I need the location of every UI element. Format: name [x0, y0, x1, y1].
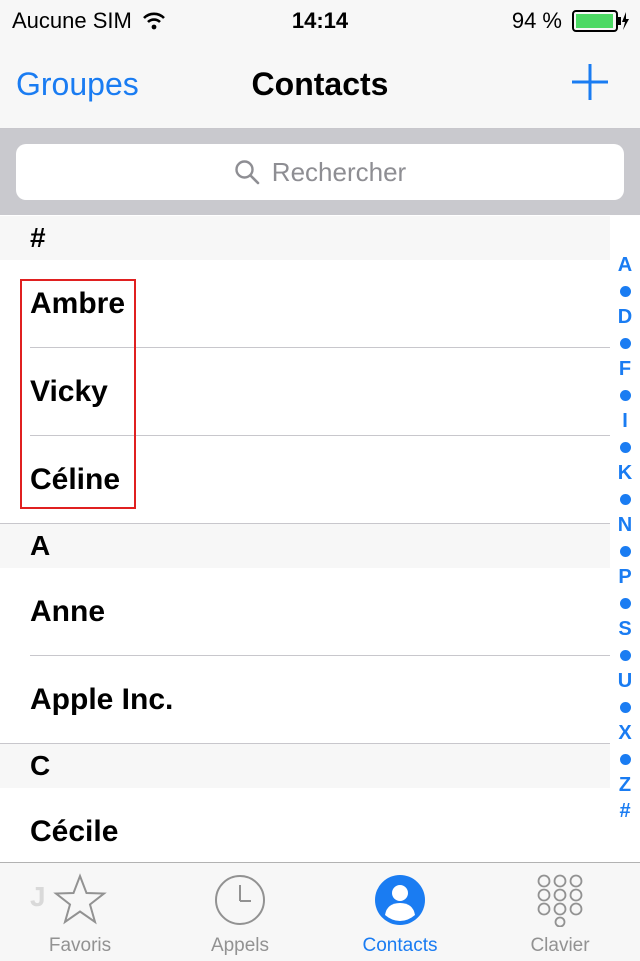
index-letter[interactable]: U [618, 668, 632, 694]
index-letter[interactable]: P [618, 564, 631, 590]
alphabet-index[interactable]: A D F I K N P S U X Z # [610, 252, 640, 824]
status-bar: Aucune SIM 14:14 94 % [0, 0, 640, 40]
index-letter[interactable]: S [618, 616, 631, 642]
index-letter[interactable]: I [622, 408, 628, 434]
index-letter[interactable]: X [618, 720, 631, 746]
tab-favoris[interactable]: Favoris [0, 863, 160, 961]
index-letter[interactable]: # [619, 798, 630, 824]
keypad-icon [537, 874, 583, 927]
index-letter[interactable]: D [618, 304, 632, 330]
highlight-box [20, 279, 136, 509]
contacts-icon [375, 875, 425, 925]
index-dot[interactable] [619, 538, 631, 564]
index-dot[interactable] [619, 330, 631, 356]
tab-appels[interactable]: Appels [160, 863, 320, 961]
battery-icon [572, 10, 629, 32]
search-container: Rechercher [0, 129, 640, 215]
index-dot[interactable] [619, 642, 631, 668]
index-dot[interactable] [619, 486, 631, 512]
add-contact-button[interactable] [570, 62, 610, 102]
index-dot[interactable] [619, 590, 631, 616]
index-dot[interactable] [619, 382, 631, 408]
tab-label: Appels [210, 935, 270, 956]
index-letter[interactable]: Z [619, 772, 631, 798]
index-dot[interactable] [619, 278, 631, 304]
clock-icon [215, 875, 265, 925]
search-placeholder: Rechercher [271, 156, 407, 187]
contact-row[interactable]: Anne [0, 568, 610, 656]
search-input[interactable]: Rechercher [16, 144, 624, 200]
search-icon [235, 160, 260, 185]
groups-button[interactable]: Groupes [16, 66, 139, 102]
tab-clavier[interactable]: Clavier [480, 863, 640, 961]
tab-contacts[interactable]: Contacts [320, 863, 480, 961]
index-letter[interactable]: F [619, 356, 631, 382]
contact-row[interactable]: Apple Inc. [0, 656, 610, 744]
tab-label: Favoris [48, 935, 112, 956]
index-dot[interactable] [619, 746, 631, 772]
section-header-hash: # [0, 216, 610, 260]
navigation-bar: Groupes Contacts [0, 40, 640, 129]
battery-percent: 94 % [511, 8, 562, 33]
index-dot[interactable] [619, 694, 631, 720]
section-header-a: A [0, 524, 610, 568]
index-dot[interactable] [619, 434, 631, 460]
tab-label: Clavier [530, 935, 590, 956]
tab-label: Contacts [362, 935, 438, 956]
star-icon [53, 873, 107, 925]
tab-bar: J Favoris Appels Contacts Clavier [0, 862, 640, 961]
index-letter[interactable]: A [618, 252, 632, 278]
index-letter[interactable]: K [618, 460, 632, 486]
section-header-c: C [0, 744, 610, 788]
index-letter[interactable]: N [618, 512, 632, 538]
